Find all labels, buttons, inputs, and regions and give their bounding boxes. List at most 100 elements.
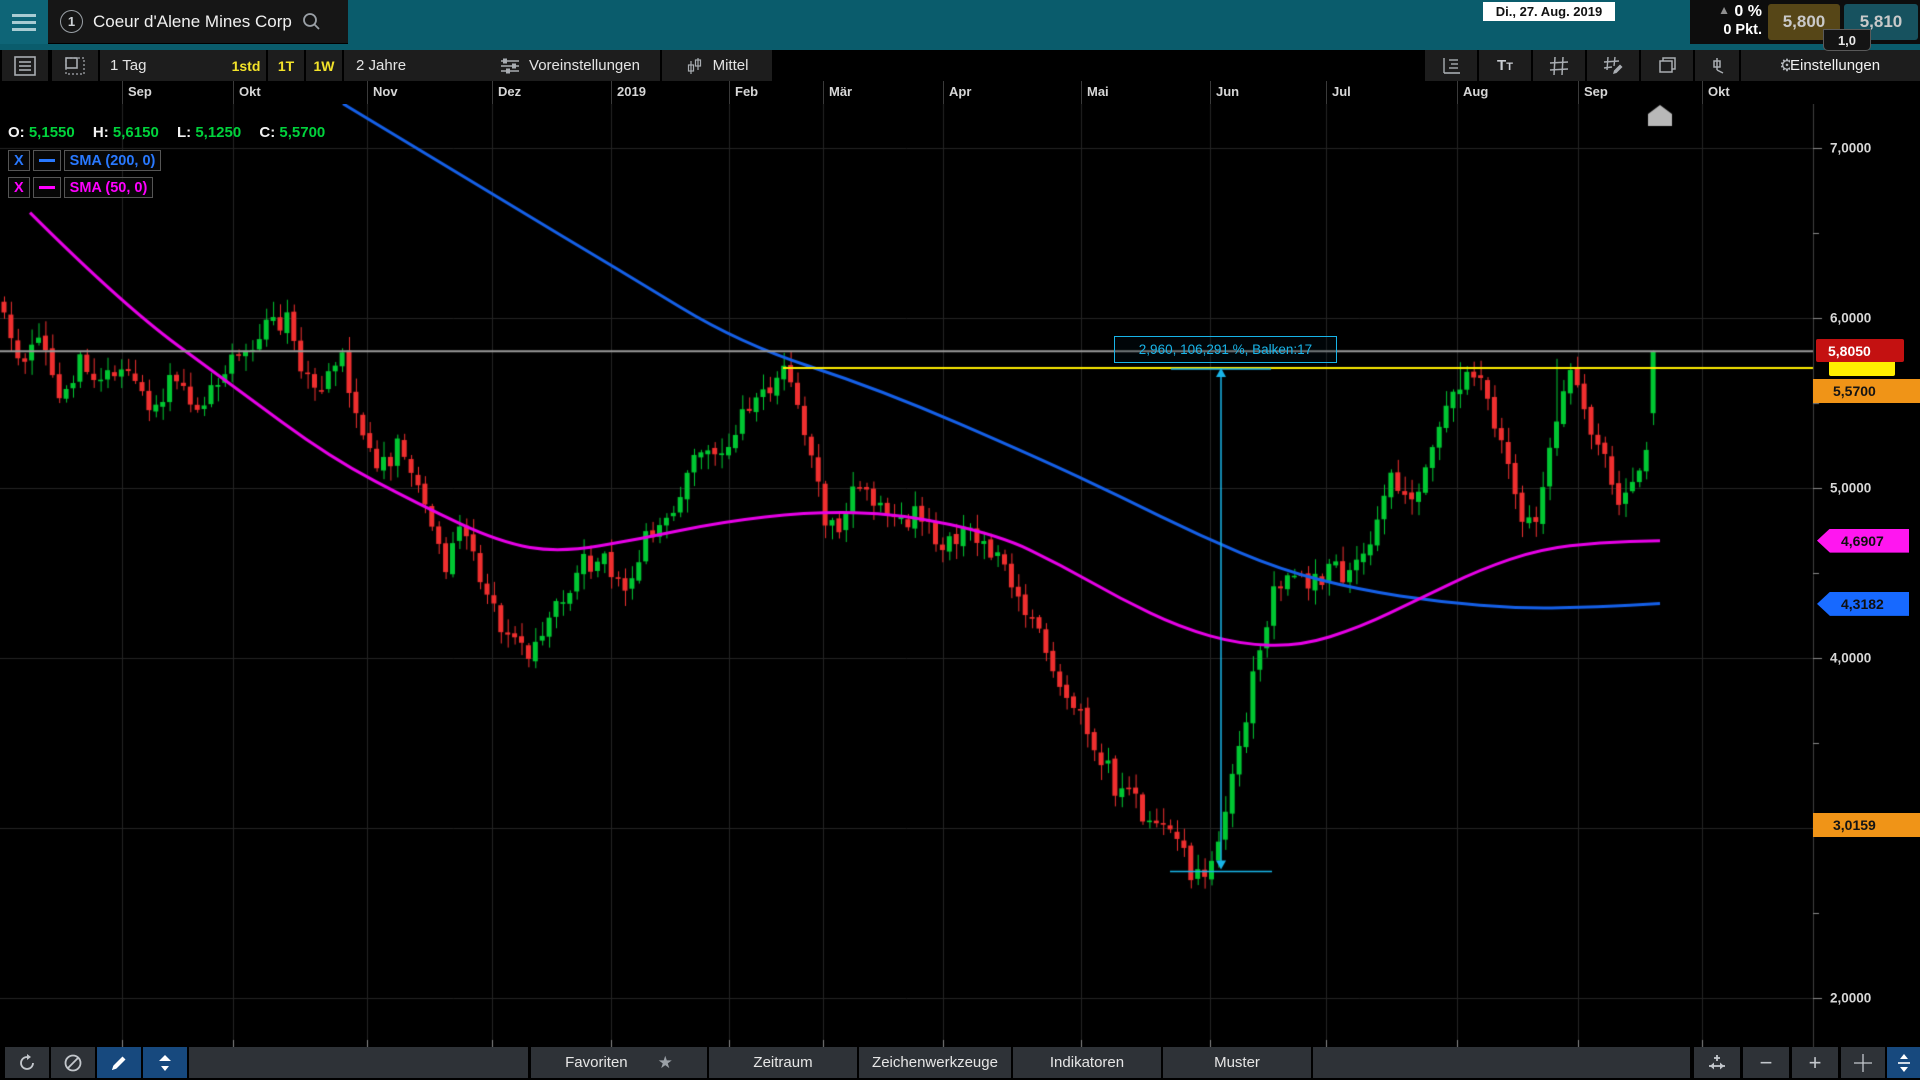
sma200-label[interactable]: SMA (200, 0) <box>64 150 162 171</box>
chart-toolbar: 1 Tag 1std 1T 1W 2 Jahre Voreinstellunge… <box>0 50 1920 81</box>
star-icon: ★ <box>658 1053 673 1073</box>
change-points: 0 Pkt. <box>1690 22 1762 38</box>
quote-stats-panel: ▲ 0 % 0 Pkt. 5,800 5,810 <box>1690 0 1920 44</box>
text-tool-button[interactable]: TT <box>1479 50 1531 81</box>
month-label: Sep <box>1584 84 1608 99</box>
price-badge: 5,8050 <box>1816 339 1904 362</box>
month-label: Okt <box>1708 84 1730 99</box>
month-label: Sep <box>128 84 152 99</box>
month-tick <box>492 81 493 104</box>
open-label: O: <box>8 124 25 141</box>
timeframe-1std[interactable]: 1std <box>226 50 266 81</box>
month-label: Jul <box>1332 84 1351 99</box>
average-label: Mittel <box>713 57 749 74</box>
hamburger-icon <box>12 14 36 17</box>
order-book-button[interactable] <box>2 50 48 81</box>
measurement-label[interactable]: 2,960, 106,291 %, Balken:17 <box>1114 336 1337 363</box>
month-label: Mär <box>829 84 852 99</box>
symbol-title-panel[interactable]: 1 Coeur d'Alene Mines Corp <box>48 0 348 44</box>
presets-label: Voreinstellungen <box>529 57 640 74</box>
range-selector[interactable]: 2 Jahre <box>344 50 490 81</box>
price-scale-button[interactable] <box>1425 50 1477 81</box>
zoom-in-button[interactable]: + <box>1792 1047 1838 1078</box>
month-label: Okt <box>239 84 261 99</box>
month-label: Feb <box>735 84 758 99</box>
price-badge: 3,0159 <box>1813 813 1920 837</box>
font-icon: TT <box>1497 57 1513 74</box>
auto-scale-button[interactable] <box>1887 1047 1920 1078</box>
sma50-label[interactable]: SMA (50, 0) <box>64 177 154 198</box>
price-axis-label: 5,0000 <box>1830 481 1871 496</box>
price-chart-canvas[interactable] <box>0 104 1920 1047</box>
price-axis-label: 2,0000 <box>1830 991 1871 1006</box>
bottom-bar-filler <box>189 1047 528 1078</box>
price-badge: 5,5700 <box>1813 379 1920 403</box>
sort-flip-button[interactable] <box>143 1047 187 1078</box>
month-tick <box>943 81 944 104</box>
sma200-line-sample[interactable] <box>33 150 61 171</box>
period-selector[interactable]: 1 Tag <box>100 50 234 81</box>
month-label: Apr <box>949 84 971 99</box>
candlestick-icon <box>686 57 704 75</box>
windows-button[interactable] <box>1641 50 1693 81</box>
sma200-remove-button[interactable]: X <box>8 150 30 171</box>
circle-slash-icon <box>63 1053 83 1073</box>
month-tick <box>367 81 368 104</box>
plus-icon: + <box>1809 1050 1822 1076</box>
favorites-label: Favoriten <box>565 1054 628 1071</box>
muster-button[interactable]: Muster <box>1163 1047 1311 1078</box>
settings-button[interactable]: Einstellungen <box>1790 50 1920 81</box>
search-icon[interactable] <box>302 12 321 31</box>
sma50-line-sample[interactable] <box>33 177 61 198</box>
draw-mode-button[interactable] <box>97 1047 141 1078</box>
fit-horizontal-icon <box>1706 1053 1728 1073</box>
favorites-button[interactable]: Favoriten ★ <box>531 1047 707 1078</box>
clear-drawings-button[interactable] <box>51 1047 95 1078</box>
month-tick <box>611 81 612 104</box>
sliders-icon <box>500 57 520 75</box>
month-tick <box>1210 81 1211 104</box>
sma50-remove-button[interactable]: X <box>8 177 30 198</box>
layout-button[interactable] <box>52 50 98 81</box>
period-label: 1 Tag <box>110 57 146 74</box>
timeframe-1w[interactable]: 1W <box>306 50 342 81</box>
anchor-tool-button[interactable] <box>1695 50 1739 81</box>
layers-icon <box>1657 56 1677 76</box>
symbol-number-badge: 1 <box>60 10 83 33</box>
up-down-arrows-icon <box>157 1054 173 1072</box>
sma50-legend-row: X SMA (50, 0) <box>8 177 153 198</box>
average-button[interactable]: Mittel <box>662 50 772 81</box>
date-tooltip: Di., 27. Aug. 2019 <box>1483 2 1615 21</box>
timeframe-1t[interactable]: 1T <box>268 50 304 81</box>
indikatoren-button[interactable]: Indikatoren <box>1013 1047 1161 1078</box>
zeitraum-button[interactable]: Zeitraum <box>709 1047 857 1078</box>
month-tick <box>233 81 234 104</box>
close-value: 5,5700 <box>279 124 325 141</box>
bottom-bar-filler <box>1313 1047 1690 1078</box>
crosshair-icon <box>1853 1053 1873 1073</box>
zoom-out-button[interactable]: − <box>1743 1047 1789 1078</box>
month-label: Aug <box>1463 84 1488 99</box>
month-tick <box>1326 81 1327 104</box>
zeichenwerkzeuge-button[interactable]: Zeichenwerkzeuge <box>859 1047 1011 1078</box>
grid-settings-button[interactable] <box>1533 50 1585 81</box>
grid-edit-button[interactable] <box>1587 50 1639 81</box>
refresh-icon <box>17 1053 37 1073</box>
fit-width-button[interactable] <box>1694 1047 1740 1078</box>
crosshair-button[interactable] <box>1841 1047 1885 1078</box>
presets-button[interactable]: Voreinstellungen <box>480 50 660 81</box>
pin-icon <box>1709 56 1725 76</box>
month-tick <box>122 81 123 104</box>
vertical-autoscale-icon <box>1896 1053 1912 1073</box>
month-label: 2019 <box>617 84 646 99</box>
close-label: C: <box>259 124 275 141</box>
menu-button[interactable] <box>0 0 48 44</box>
open-value: 5,1550 <box>29 124 75 141</box>
up-triangle-icon: ▲ <box>1718 3 1730 17</box>
reset-chart-button[interactable] <box>5 1047 49 1078</box>
list-icon <box>14 56 36 76</box>
date-axis[interactable]: SepOktNovDez2019FebMärAprMaiJunJulAugSep… <box>0 81 1920 104</box>
pencil-icon <box>109 1053 129 1073</box>
header-bar: 1 Coeur d'Alene Mines Corp ▲ 0 % 0 Pkt. … <box>0 0 1920 50</box>
month-label: Mai <box>1087 84 1109 99</box>
